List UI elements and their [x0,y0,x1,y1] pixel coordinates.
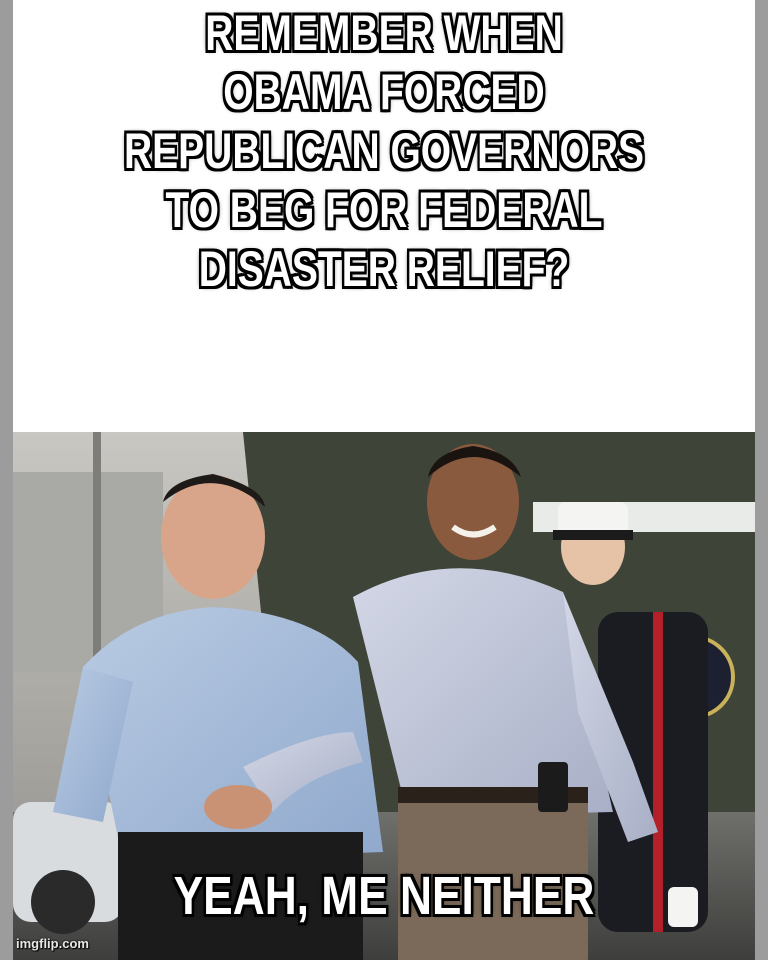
bottom-caption: YEAH, ME NEITHER [173,866,595,926]
caption-panel: REMEMBER WHEN OBAMA FORCED REPUBLICAN GO… [13,0,755,432]
top-caption: REMEMBER WHEN OBAMA FORCED REPUBLICAN GO… [123,5,645,297]
imgflip-watermark: imgflip.com [16,936,89,951]
meme-image: REMEMBER WHEN OBAMA FORCED REPUBLICAN GO… [0,0,768,960]
